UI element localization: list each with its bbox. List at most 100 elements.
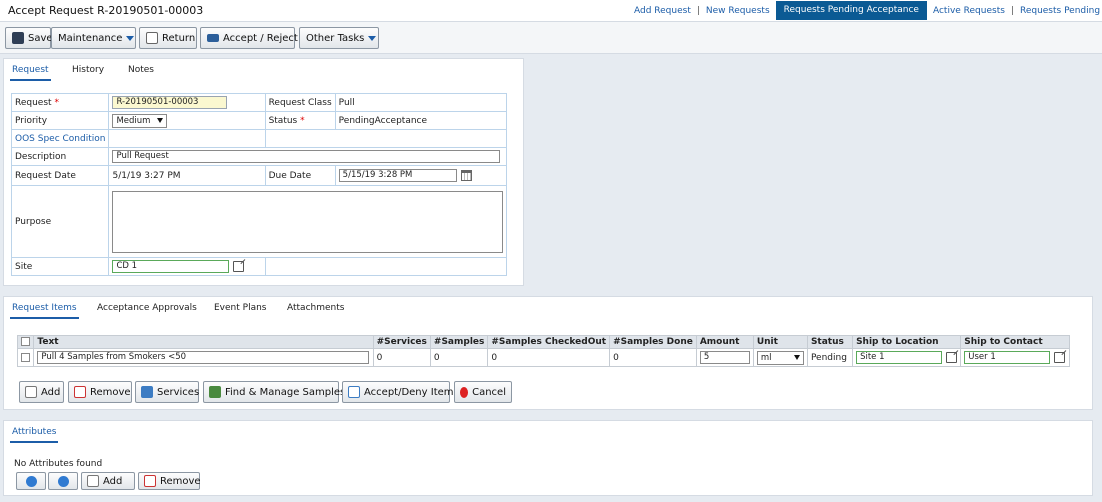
no-attributes-message: No Attributes found	[14, 459, 103, 469]
nav-add-request[interactable]: Add Request	[628, 6, 697, 16]
samples-checked-out-count: 0	[487, 348, 611, 367]
ship-to-location-field[interactable]: Site 1	[856, 351, 943, 364]
due-date-label: Due Date	[264, 165, 336, 186]
chevron-down-icon	[126, 35, 135, 41]
nav-requests-pending-release[interactable]: Requests Pending Relea	[1014, 6, 1102, 16]
attributes-tabs: Attributes	[4, 421, 1092, 445]
status-value: PendingAcceptance	[334, 111, 508, 130]
column-header-samples-done[interactable]: #Samples Done	[609, 335, 697, 349]
remove-row-icon	[144, 475, 156, 487]
ship-to-contact-field[interactable]: User 1	[964, 351, 1051, 364]
tab-notes[interactable]: Notes	[128, 65, 154, 75]
attributes-panel: Attributes No Attributes found Add Remov…	[3, 420, 1093, 496]
maintenance-menu-button[interactable]: Maintenance	[51, 27, 136, 49]
remove-attribute-button[interactable]: Remove	[138, 472, 201, 490]
tab-event-plans[interactable]: Event Plans	[214, 303, 266, 313]
other-tasks-menu-button[interactable]: Other Tasks	[299, 27, 379, 49]
site-field[interactable]: CD 1	[112, 260, 230, 273]
due-date-field[interactable]: 5/15/19 3:28 PM	[338, 169, 457, 182]
column-header-text[interactable]: Text	[33, 335, 374, 349]
items-tabs: Request Items Acceptance Approvals Event…	[4, 297, 1092, 321]
request-date-value: 5/1/19 3:27 PM	[108, 165, 266, 186]
add-row-icon	[87, 475, 99, 487]
samples-count: 0	[429, 348, 489, 367]
priority-label: Priority	[10, 111, 110, 130]
request-panel: Request History Notes Request * R-201905…	[3, 58, 524, 286]
unit-select[interactable]: ml	[756, 350, 804, 365]
oos-spec-condition-link[interactable]: OOS Spec Condition	[10, 129, 110, 148]
tab-attributes[interactable]: Attributes	[9, 427, 59, 443]
status-label: Status	[268, 115, 298, 126]
nav-requests-pending-acceptance[interactable]: Requests Pending Acceptance	[775, 1, 927, 20]
handshake-icon	[207, 34, 219, 42]
column-header-samples[interactable]: #Samples	[429, 335, 489, 349]
external-link-icon[interactable]	[233, 261, 245, 272]
request-date-label: Request Date	[10, 165, 110, 186]
request-form: Request * R-20190501-00003 Request Class…	[10, 93, 508, 276]
samples-icon	[209, 386, 221, 398]
tab-request-items[interactable]: Request Items	[10, 303, 79, 319]
tab-history[interactable]: History	[72, 65, 104, 75]
column-header-unit[interactable]: Unit	[752, 335, 808, 349]
chevron-down-icon	[157, 118, 164, 123]
services-button[interactable]: Services	[135, 381, 199, 403]
services-count: 0	[372, 348, 431, 367]
request-class-label: Request Class	[264, 93, 336, 112]
column-header-samples-checked-out[interactable]: #Samples CheckedOut	[487, 335, 611, 349]
save-button[interactable]: Save	[5, 27, 53, 49]
external-link-icon[interactable]	[1054, 352, 1066, 363]
chevron-down-icon	[793, 355, 800, 360]
tab-attachments[interactable]: Attachments	[287, 303, 344, 313]
nav-active-requests[interactable]: Active Requests	[927, 6, 1011, 16]
calendar-icon[interactable]	[460, 170, 472, 181]
request-items-table: Text #Services #Samples #Samples Checked…	[16, 335, 1070, 367]
select-all-checkbox[interactable]	[21, 337, 30, 346]
move-down-button[interactable]	[48, 472, 78, 490]
top-nav: Add Request | New Requests Requests Pend…	[628, 0, 1102, 21]
add-row-icon	[25, 386, 37, 398]
column-header-amount[interactable]: Amount	[695, 335, 754, 349]
table-row: Pull 4 Samples from Smokers <50 0 0 0 0 …	[16, 348, 1070, 367]
cancel-item-button[interactable]: Cancel	[454, 381, 512, 403]
purpose-label: Purpose	[10, 185, 110, 258]
add-attribute-button[interactable]: Add	[81, 472, 135, 490]
column-header-status[interactable]: Status	[806, 335, 854, 349]
remove-row-icon	[74, 386, 86, 398]
floppy-disk-icon	[12, 32, 24, 44]
request-id-field[interactable]: R-20190501-00003	[112, 96, 228, 109]
required-marker: *	[54, 97, 59, 108]
amount-field[interactable]: 5	[699, 351, 750, 364]
toolbar: Save Maintenance Return Accept / Reject …	[0, 22, 1102, 54]
column-header-ship-to-contact[interactable]: Ship to Contact	[960, 335, 1070, 349]
request-tabs: Request History Notes	[4, 59, 523, 83]
row-checkbox[interactable]	[21, 352, 30, 362]
chevron-down-icon	[368, 35, 377, 41]
arrow-down-icon	[57, 475, 69, 487]
purpose-textarea[interactable]	[112, 190, 504, 253]
accept-document-icon	[348, 386, 360, 398]
top-bar: Accept Request R-20190501-00003 Add Requ…	[0, 0, 1102, 22]
add-item-button[interactable]: Add	[19, 381, 64, 403]
services-list-icon	[141, 386, 153, 398]
external-link-icon[interactable]	[946, 352, 958, 363]
column-header-services[interactable]: #Services	[372, 335, 431, 349]
find-manage-samples-button[interactable]: Find & Manage Samples	[203, 381, 345, 403]
nav-new-requests[interactable]: New Requests	[700, 6, 776, 16]
accept-deny-item-button[interactable]: Accept/Deny Item	[342, 381, 454, 403]
request-class-value: Pull	[334, 93, 508, 112]
page-title: Accept Request R-20190501-00003	[8, 4, 204, 17]
table-header-row: Text #Services #Samples #Samples Checked…	[16, 335, 1070, 349]
description-field[interactable]: Pull Request	[112, 150, 501, 163]
status-cell: Pending	[806, 348, 854, 367]
move-up-button[interactable]	[16, 472, 46, 490]
priority-select[interactable]: Medium	[112, 113, 168, 128]
remove-item-button[interactable]: Remove	[68, 381, 132, 403]
tab-request[interactable]: Request	[10, 65, 51, 81]
tab-acceptance-approvals[interactable]: Acceptance Approvals	[97, 303, 197, 313]
accept-reject-button[interactable]: Accept / Reject	[200, 27, 298, 49]
site-label: Site	[10, 257, 110, 276]
column-header-ship-to-location[interactable]: Ship to Location	[852, 335, 962, 349]
return-document-icon	[146, 32, 158, 44]
return-button[interactable]: Return	[139, 27, 197, 49]
item-text-field[interactable]: Pull 4 Samples from Smokers <50	[37, 351, 370, 364]
